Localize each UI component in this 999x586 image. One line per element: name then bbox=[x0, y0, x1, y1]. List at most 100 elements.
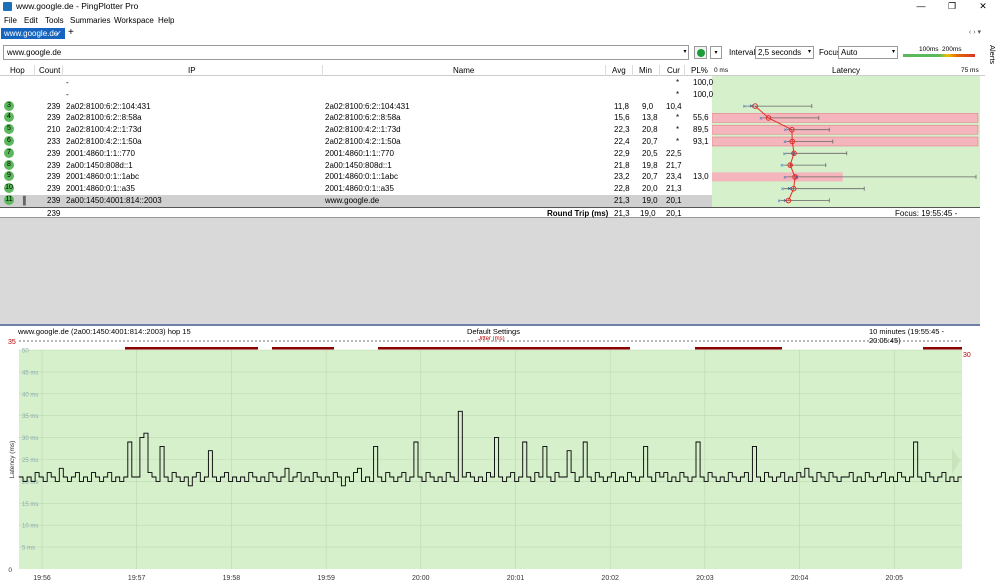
cell-avg: 21,3 bbox=[614, 196, 630, 205]
cell-avg: 22,9 bbox=[614, 148, 630, 158]
cell-pl: 93,1 bbox=[693, 137, 709, 146]
cell-ip: 2a02:8100:6:2::104:431 bbox=[66, 101, 151, 111]
tab-label: www.google.de bbox=[4, 29, 59, 38]
timeline-chart[interactable]: 35 30 Jitter (ms) 5 ms 10 ms 15 ms 20 ms 25 ms 3… bbox=[0, 336, 985, 586]
cell-min: 20,7 bbox=[642, 172, 658, 182]
x-tick-label: 19:58 bbox=[223, 575, 241, 582]
table-row[interactable]: 3 239 2a02:8100:6:2::104:431 2a02:8100:6:2:… bbox=[0, 100, 712, 113]
cell-count: 210 bbox=[47, 125, 61, 135]
focus-select[interactable]: Auto ▾ bbox=[838, 46, 898, 59]
y-tick-label: 40 ms bbox=[22, 392, 38, 398]
latency-color-legend[interactable]: 100ms 200ms bbox=[903, 46, 975, 60]
packet-loss-strip bbox=[695, 347, 782, 350]
cell-min: 20,7 bbox=[642, 137, 658, 146]
table-row[interactable]: 11 239 2a00:1450:4001:814::2003 www.google.… bbox=[0, 195, 712, 207]
x-tick-label: 19:56 bbox=[33, 575, 51, 582]
cell-count: 239 bbox=[47, 160, 61, 170]
chevron-down-icon: ▾ bbox=[891, 49, 895, 55]
x-tick-label: 20:05 bbox=[886, 575, 904, 582]
cell-cur: * bbox=[676, 78, 680, 87]
col-pl[interactable]: PL% bbox=[691, 66, 708, 75]
latency-timeline-graph: 35 30 Jitter (ms) 5 ms 10 ms 15 ms 20 ms 25 ms 3… bbox=[8, 336, 971, 582]
table-row[interactable]: 7 239 2001:4860:1:1::770 2001:4860:1:1::770… bbox=[0, 147, 712, 160]
cell-cur: 22,5 bbox=[666, 148, 682, 158]
legend-gradient-bar bbox=[903, 54, 975, 57]
trace-options-dropdown[interactable]: ▾ bbox=[710, 46, 722, 59]
col-cur[interactable]: Cur bbox=[667, 66, 680, 75]
cell-name: 2a02:8100:6:2::104:431 bbox=[325, 101, 410, 111]
hop-number: 9 bbox=[4, 171, 14, 182]
hop-table-body: - * 100,0- * 100,0 3 239 2a02:8100:6:2::104:431… bbox=[0, 76, 980, 208]
tab-nav-arrows[interactable]: ‹ › ▾ bbox=[969, 28, 981, 36]
menu-tools[interactable]: Tools bbox=[45, 16, 64, 25]
table-row[interactable]: 8 239 2a00:1450:808d::1 2a00:1450:808d::1 21… bbox=[0, 159, 712, 172]
tab-target[interactable]: www.google.de ✓ bbox=[1, 28, 65, 39]
cell-pl: 13,0 bbox=[693, 172, 709, 182]
minimize-button[interactable]: — bbox=[906, 0, 936, 13]
col-name[interactable]: Name bbox=[453, 66, 474, 75]
cell-ip: - bbox=[66, 89, 69, 99]
round-trip-row: 239 Round Trip (ms) 21,3 19,0 20,1 Focus… bbox=[0, 207, 980, 227]
focus-value: Auto bbox=[841, 48, 858, 57]
cell-pl: 89,5 bbox=[693, 125, 709, 135]
cell-avg: 15,6 bbox=[614, 113, 630, 123]
cell-cur: * bbox=[676, 89, 680, 99]
cell-pl: 100,0 bbox=[693, 89, 714, 99]
timeline-settings[interactable]: Default Settings bbox=[467, 327, 520, 336]
start-trace-button[interactable] bbox=[694, 46, 707, 59]
hop-number: 6 bbox=[4, 136, 14, 146]
cell-cur: * bbox=[676, 125, 680, 135]
menu-bar: File Edit Tools Summaries Workspace Help bbox=[0, 14, 999, 27]
menu-help[interactable]: Help bbox=[158, 16, 174, 25]
table-row[interactable]: 6 233 2a02:8100:4:2::1:50a 2a02:8100:4:2::1… bbox=[0, 136, 712, 148]
table-row[interactable]: 4 239 2a02:8100:6:2::8:58a 2a02:8100:6:2::8… bbox=[0, 112, 712, 124]
menu-file[interactable]: File bbox=[4, 16, 17, 25]
table-row[interactable]: 9 239 2001:4860:0:1::1abc 2001:4860:0:1::1a… bbox=[0, 171, 712, 183]
chevron-down-icon[interactable]: ▾ bbox=[681, 45, 689, 60]
timeline-target: www.google.de (2a00:1450:4001:814::2003)… bbox=[18, 327, 191, 336]
packet-loss-strip bbox=[378, 347, 630, 350]
packet-loss-strip bbox=[923, 347, 962, 350]
timeline-header: www.google.de (2a00:1450:4001:814::2003)… bbox=[0, 326, 965, 345]
col-count[interactable]: Count bbox=[39, 66, 60, 75]
cell-ip: 2a02:8100:6:2::8:58a bbox=[66, 113, 142, 123]
menu-summaries[interactable]: Summaries bbox=[70, 16, 110, 25]
interval-select[interactable]: 2,5 seconds ▾ bbox=[755, 46, 814, 59]
cell-count: 239 bbox=[47, 101, 61, 111]
table-row[interactable]: 5 210 2a02:8100:4:2::1:73d 2a02:8100:4:2::1… bbox=[0, 124, 712, 136]
cell-cur: * bbox=[676, 113, 680, 123]
table-row[interactable]: 10 239 2001:4860:0:1::a35 2001:4860:0:1::a3… bbox=[0, 183, 712, 195]
col-hop[interactable]: Hop bbox=[10, 66, 25, 75]
target-address-input[interactable]: www.google.de bbox=[3, 45, 689, 60]
cell-count: 239 bbox=[47, 184, 61, 194]
y-tick-label: 30 ms bbox=[22, 436, 38, 442]
bar-chart-icon[interactable]: ▐ bbox=[20, 196, 26, 205]
alerts-sidebar-tab[interactable]: Alerts bbox=[985, 40, 997, 70]
close-button[interactable]: ✕ bbox=[968, 0, 998, 13]
menu-edit[interactable]: Edit bbox=[24, 16, 38, 25]
interval-value: 2,5 seconds bbox=[758, 48, 802, 57]
col-min[interactable]: Min bbox=[639, 66, 652, 75]
hop-number: 10 bbox=[4, 183, 14, 194]
rt-label: Round Trip (ms) bbox=[547, 209, 609, 218]
rt-count: 239 bbox=[47, 209, 61, 218]
y-tick-zero: 0 bbox=[8, 567, 12, 574]
cell-name: 2a02:8100:4:2::1:73d bbox=[325, 125, 401, 135]
cell-min: 13,8 bbox=[642, 113, 658, 123]
play-icon bbox=[697, 49, 705, 57]
cell-count: 239 bbox=[47, 172, 61, 182]
y-tick-label: 10 ms bbox=[22, 524, 38, 530]
add-tab-button[interactable]: + bbox=[68, 27, 74, 38]
x-tick-label: 20:02 bbox=[601, 575, 619, 582]
col-ip[interactable]: IP bbox=[188, 66, 196, 75]
table-row[interactable]: - * 100,0 bbox=[0, 77, 713, 89]
menu-workspace[interactable]: Workspace bbox=[114, 16, 154, 25]
cell-ip: 2001:4860:0:1::1abc bbox=[66, 172, 139, 182]
cell-name: 2a02:8100:6:2::8:58a bbox=[325, 113, 401, 123]
legend-200ms: 200ms bbox=[942, 46, 962, 53]
table-row[interactable]: - * 100,0 bbox=[0, 89, 714, 101]
maximize-button[interactable]: ❐ bbox=[937, 0, 967, 13]
col-avg[interactable]: Avg bbox=[612, 66, 626, 75]
cell-ip: 2001:4860:0:1::a35 bbox=[66, 184, 135, 194]
chevron-down-icon: ▾ bbox=[807, 49, 811, 55]
